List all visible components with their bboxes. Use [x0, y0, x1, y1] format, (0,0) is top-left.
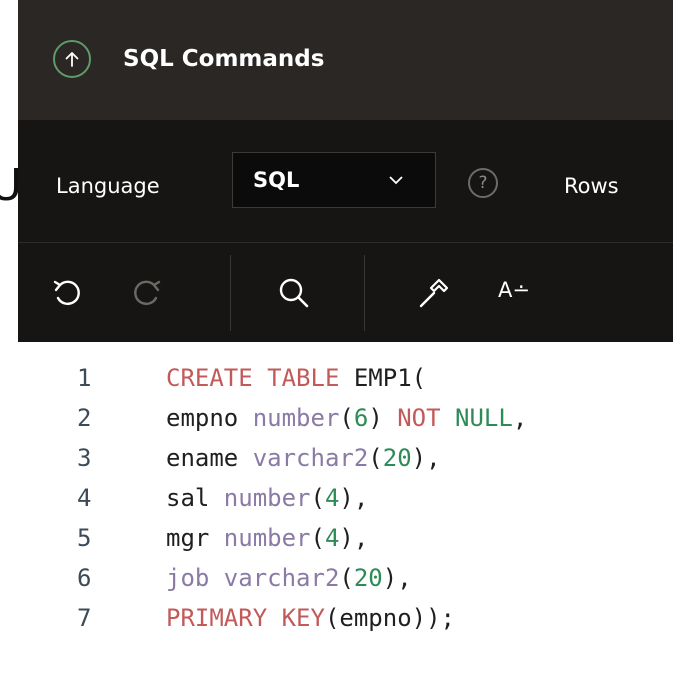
hammer-icon [419, 278, 449, 308]
code-token: sal [166, 484, 224, 512]
search-icon [279, 278, 309, 308]
code-text: sal number(4), [166, 478, 368, 518]
code-token: empno [339, 604, 412, 632]
code-line[interactable]: 1 CREATE TABLE EMP1( [0, 358, 673, 398]
line-number: 7 [77, 604, 92, 632]
code-token: 20 [382, 444, 412, 472]
chevron-down-icon [389, 176, 403, 185]
code-token: number [252, 404, 340, 432]
font-size-button[interactable]: A∸ [498, 276, 530, 304]
clipped-background-glyph: U [0, 166, 18, 211]
code-token: ) [368, 404, 398, 432]
undo-button[interactable] [48, 273, 88, 313]
code-token: number [223, 484, 311, 512]
language-toolbar: Language SQL ? Rows [18, 120, 673, 242]
code-line[interactable]: 7 PRIMARY KEY(empno)); [0, 598, 673, 638]
code-token: 4 [324, 524, 340, 552]
code-line[interactable]: 3 ename varchar2(20), [0, 438, 673, 478]
line-number: 4 [77, 484, 92, 512]
language-label: Language [56, 174, 160, 198]
code-text: ename varchar2(20), [166, 438, 441, 478]
code-token: ), [339, 524, 369, 552]
sql-commands-app: U SQL Commands Language SQL ? Rows A∸ 1 … [0, 0, 673, 680]
format-button[interactable] [414, 273, 454, 313]
code-token: NOT [397, 404, 456, 432]
code-token: , [512, 404, 528, 432]
code-text: mgr number(4), [166, 518, 368, 558]
line-number: 1 [77, 364, 92, 392]
line-number: 6 [77, 564, 92, 592]
rows-label: Rows [564, 174, 619, 198]
line-number: 5 [77, 524, 92, 552]
editor-toolbar: A∸ [18, 242, 673, 342]
code-line[interactable]: 2 empno number(6) NOT NULL, [0, 398, 673, 438]
code-text: empno number(6) NOT NULL, [166, 398, 527, 438]
code-token: ), [339, 484, 369, 512]
code-token: CREATE TABLE [166, 364, 354, 392]
code-token: varchar2 [252, 444, 369, 472]
help-icon[interactable]: ? [468, 168, 498, 198]
line-number: 2 [77, 404, 92, 432]
code-token: EMP1 [353, 364, 412, 392]
code-line[interactable]: 4 sal number(4), [0, 478, 673, 518]
line-number: 3 [77, 444, 92, 472]
code-token: job [166, 564, 224, 592]
code-token: ( [324, 604, 340, 632]
redo-icon [134, 280, 161, 306]
code-token: NULL [455, 404, 513, 432]
language-select-value: SQL [253, 168, 300, 192]
code-token: empno [166, 404, 253, 432]
code-token: ), [382, 564, 412, 592]
code-line[interactable]: 5 mgr number(4), [0, 518, 673, 558]
code-text: PRIMARY KEY(empno)); [166, 598, 455, 638]
code-token: )); [411, 604, 456, 632]
toolbar-divider [230, 255, 231, 331]
code-editor[interactable]: 1 CREATE TABLE EMP1(2 empno number(6) NOT … [0, 342, 673, 680]
title-bar: SQL Commands [18, 0, 673, 120]
code-token: ename [166, 444, 253, 472]
code-text: job varchar2(20), [166, 558, 412, 598]
code-text: CREATE TABLE EMP1( [166, 358, 426, 398]
code-token: varchar2 [223, 564, 340, 592]
language-select[interactable]: SQL [232, 152, 436, 208]
code-token: ( [411, 364, 427, 392]
code-token: ), [411, 444, 441, 472]
code-token: ( [339, 564, 354, 592]
code-token: ( [368, 444, 383, 472]
find-button[interactable] [274, 273, 314, 313]
code-token: number [223, 524, 311, 552]
code-token: ( [339, 404, 354, 432]
arrow-up-circle-icon[interactable] [53, 40, 91, 78]
code-token: PRIMARY KEY [166, 604, 325, 632]
code-token: ( [310, 524, 325, 552]
code-token: 6 [353, 404, 369, 432]
code-line[interactable]: 6 job varchar2(20), [0, 558, 673, 598]
arrow-up-icon [65, 52, 79, 67]
undo-icon [53, 280, 80, 306]
code-token: ( [310, 484, 325, 512]
code-token: 20 [353, 564, 383, 592]
page-title: SQL Commands [123, 46, 325, 72]
code-token: 4 [324, 484, 340, 512]
code-token: mgr [166, 524, 224, 552]
redo-button[interactable] [126, 273, 166, 313]
toolbar-divider [364, 255, 365, 331]
